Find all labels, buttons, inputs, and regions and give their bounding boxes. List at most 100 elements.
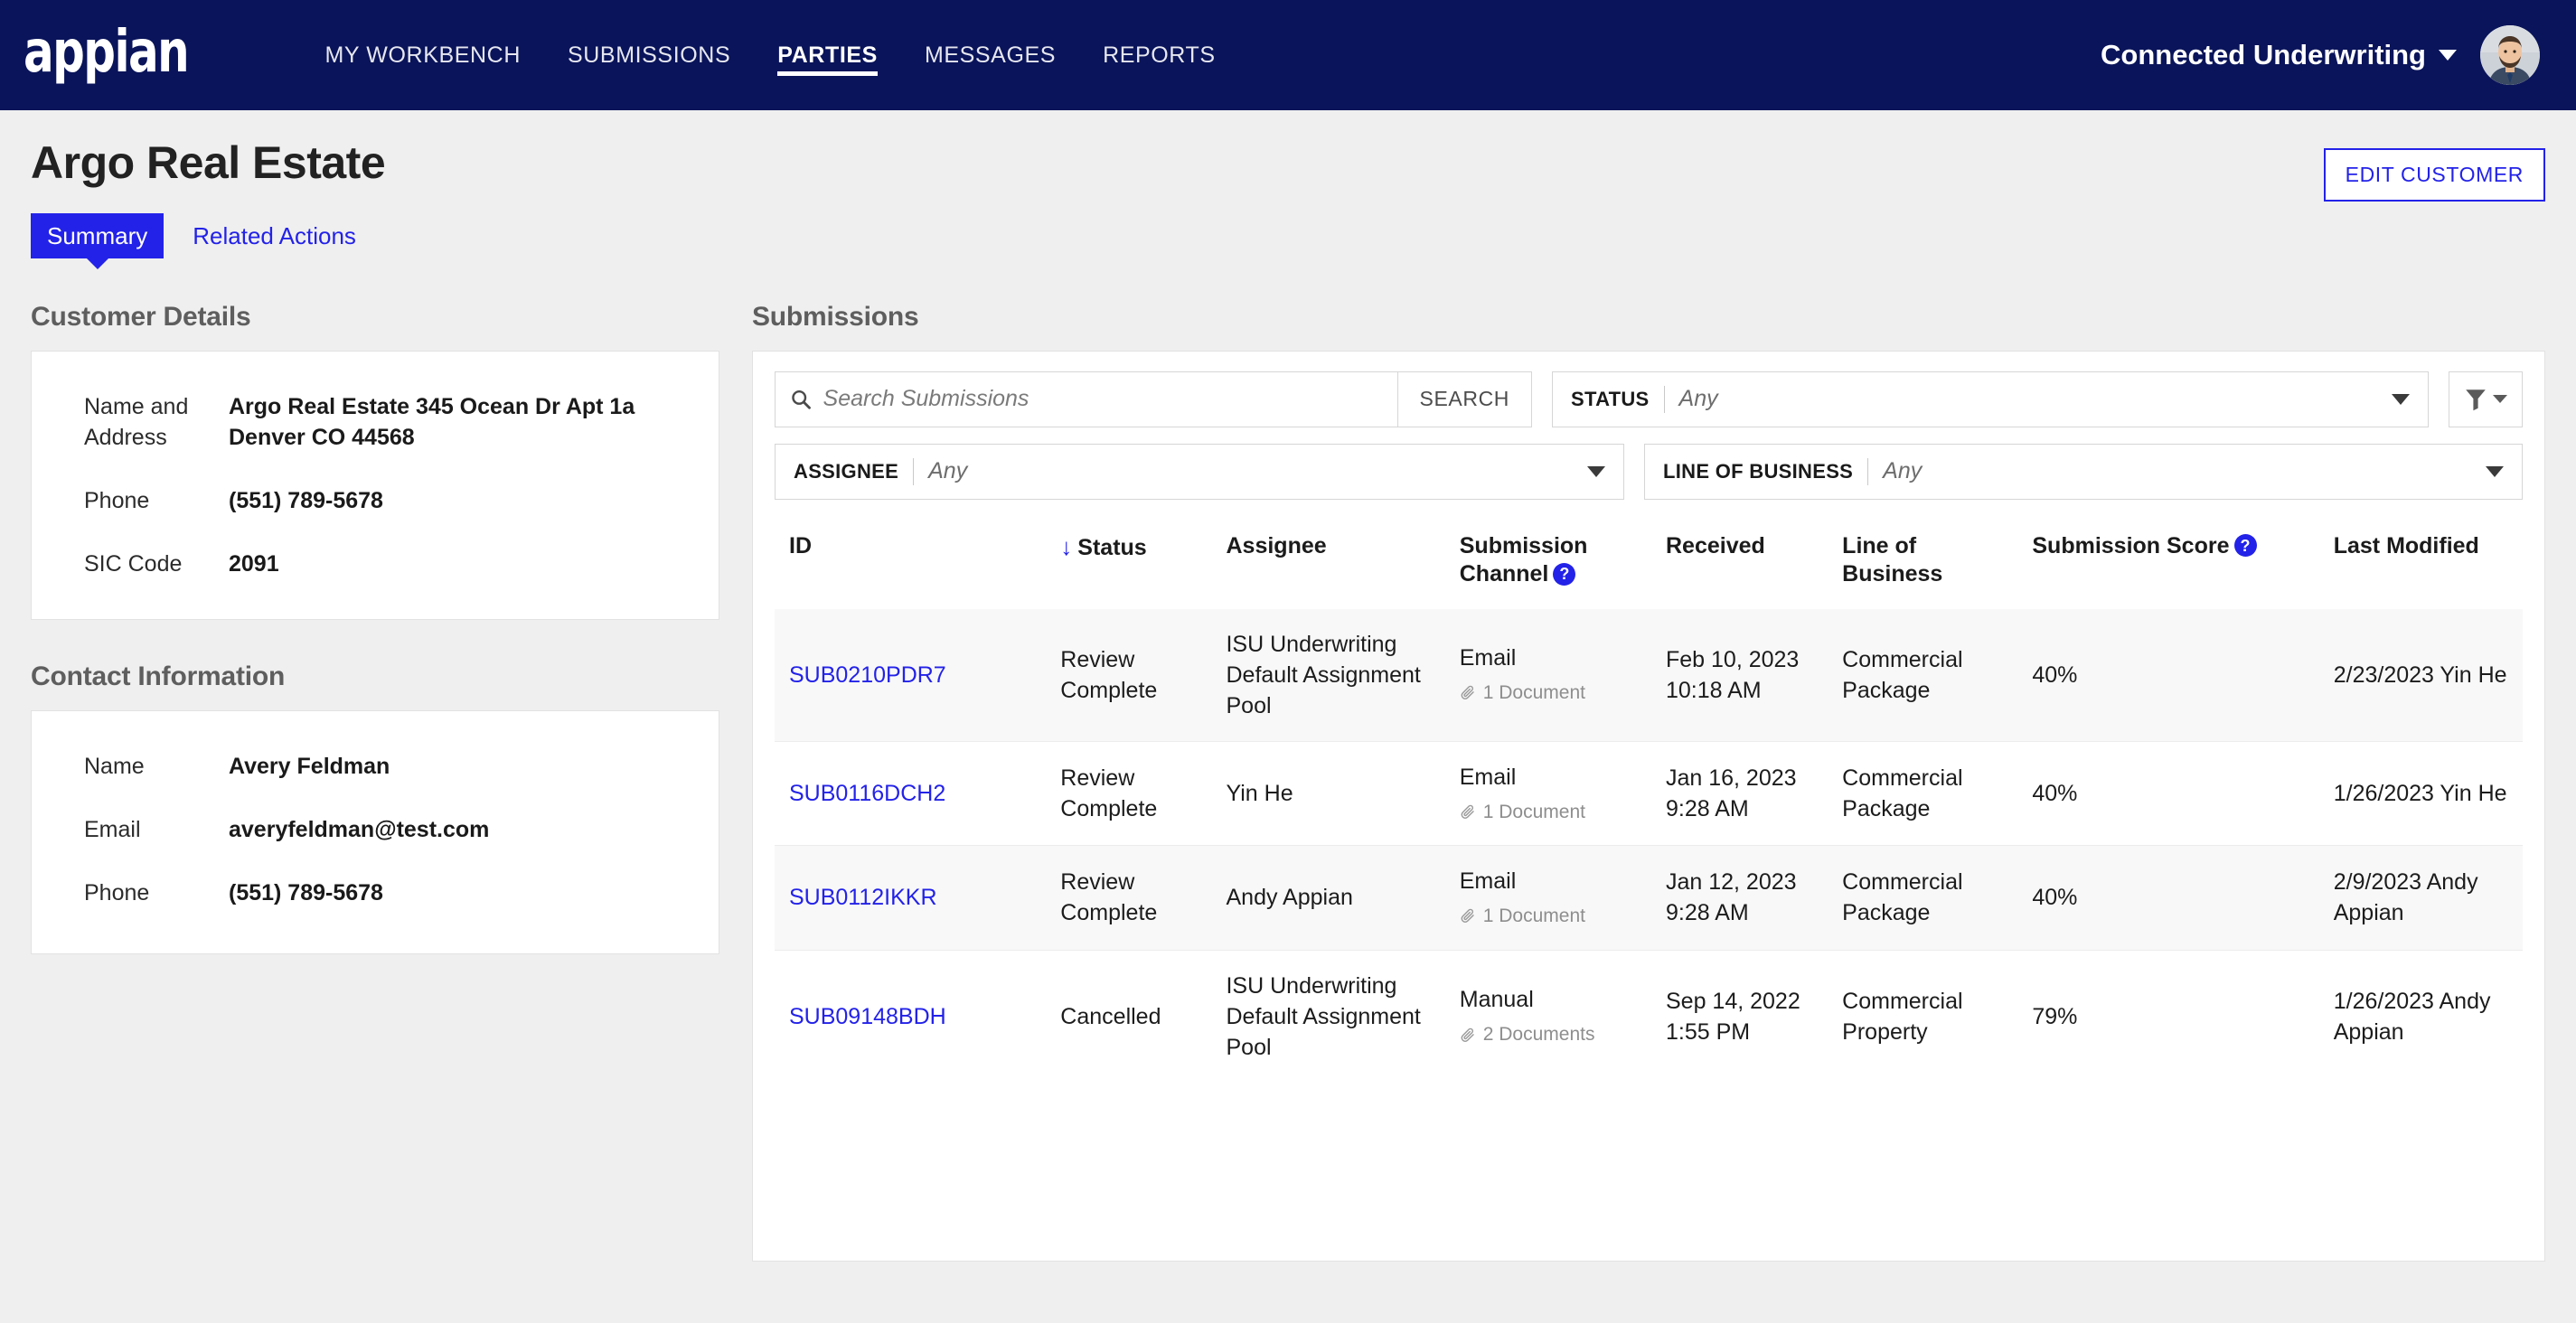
table-row[interactable]: SUB0210PDR7 Review Complete ISU Underwri… <box>775 608 2523 741</box>
chevron-down-icon <box>2493 395 2507 403</box>
line-of-business-filter-label: LINE OF BUSINESS <box>1663 459 1854 483</box>
document-count[interactable]: 1 Document <box>1460 904 1637 930</box>
user-menu-button[interactable]: Connected Underwriting <box>2101 39 2457 71</box>
contact-label: Phone <box>84 879 150 905</box>
filter-row-bottom: ASSIGNEE Any LINE OF BUSINESS Any <box>775 443 2523 500</box>
paperclip-icon <box>1461 909 1474 924</box>
tab-related-actions[interactable]: Related Actions <box>176 213 372 259</box>
divider <box>1867 457 1869 485</box>
table-row[interactable]: SUB0112IKKR Review Complete Andy Appian … <box>775 845 2523 951</box>
assignee-filter-select[interactable]: ASSIGNEE Any <box>775 443 1624 500</box>
status-filter-value: Any <box>1678 386 1718 411</box>
search-group: SEARCH <box>775 371 1532 427</box>
submission-id-link[interactable]: SUB09148BDH <box>789 1004 946 1029</box>
cell-status: Review Complete <box>1046 608 1212 741</box>
advanced-filter-button[interactable] <box>2449 371 2523 427</box>
appian-logo[interactable]: appian <box>24 23 190 87</box>
channel-name: Email <box>1459 764 1517 790</box>
nav-item-messages[interactable]: MESSAGES <box>901 22 1079 89</box>
detail-row-sic-code: SIC Code 2091 <box>84 549 673 579</box>
avatar[interactable] <box>2480 25 2540 85</box>
column-header-line-of-business[interactable]: Line of Business <box>1828 516 2017 609</box>
cell-line-of-business: Commercial Package <box>1828 740 2018 846</box>
contact-row-phone: Phone (551) 789-5678 <box>84 877 673 908</box>
table-row[interactable]: SUB09148BDH Cancelled ISU Underwriting D… <box>775 949 2523 1083</box>
document-count[interactable]: 1 Document <box>1460 800 1637 826</box>
status-filter-label: STATUS <box>1571 387 1650 410</box>
submission-id-link[interactable]: SUB0112IKKR <box>789 885 937 910</box>
cell-submission-score: 79% <box>2017 949 2319 1083</box>
column-header-submission-channel[interactable]: Submission Channel? <box>1445 516 1651 609</box>
right-column: Submissions SEARCH STATUS <box>752 302 2545 1262</box>
column-label: Line of Business <box>1842 532 1943 587</box>
channel-name: Email <box>1459 645 1517 671</box>
user-menu-label: Connected Underwriting <box>2101 39 2426 70</box>
submissions-heading: Submissions <box>752 301 919 332</box>
divider <box>913 457 915 485</box>
table-header-row: ID ↓Status Assignee Submission Channel? <box>775 516 2523 609</box>
table-row[interactable]: SUB0116DCH2 Review Complete Yin He Email… <box>775 740 2523 846</box>
left-column: Customer Details Name and Address Argo R… <box>31 302 719 954</box>
cell-channel: Manual 2 Documents <box>1444 949 1651 1083</box>
column-label: ID <box>789 532 812 558</box>
help-icon[interactable]: ? <box>1553 562 1576 586</box>
help-icon[interactable]: ? <box>2233 534 2257 558</box>
submission-id-link[interactable]: SUB0210PDR7 <box>789 662 946 688</box>
nav-item-reports[interactable]: REPORTS <box>1079 22 1239 89</box>
document-count[interactable]: 2 Documents <box>1460 1022 1637 1048</box>
cell-channel: Email 1 Document <box>1444 608 1651 741</box>
document-count-label: 1 Document <box>1482 905 1585 927</box>
column-header-assignee[interactable]: Assignee <box>1211 516 1444 609</box>
detail-row-name-address: Name and Address Argo Real Estate 345 Oc… <box>84 391 673 453</box>
cell-last-modified: 1/26/2023 Andy Appian <box>2318 949 2523 1083</box>
nav-right-group: Connected Underwriting <box>2101 25 2540 85</box>
column-header-status[interactable]: ↓ Status <box>1046 516 1211 609</box>
tab-summary[interactable]: Summary <box>31 212 165 269</box>
search-input[interactable] <box>823 386 1383 412</box>
cell-line-of-business: Commercial Property <box>1828 949 2018 1083</box>
column-header-last-modified[interactable]: Last Modified <box>2319 516 2523 609</box>
column-label: Assignee <box>1226 532 1327 558</box>
nav-item-my-workbench[interactable]: MY WORKBENCH <box>302 22 544 89</box>
submission-id-link[interactable]: SUB0116DCH2 <box>789 781 945 806</box>
nav-item-parties[interactable]: PARTIES <box>754 22 901 89</box>
cell-last-modified: 2/9/2023 Andy Appian <box>2318 845 2523 951</box>
contact-value: averyfeldman@test.com <box>229 816 490 842</box>
cell-line-of-business: Commercial Package <box>1828 608 2018 741</box>
detail-label: Name and Address <box>84 393 189 450</box>
detail-value: (551) 789-5678 <box>229 487 383 513</box>
document-count[interactable]: 1 Document <box>1460 680 1637 707</box>
contact-value: (551) 789-5678 <box>229 879 383 905</box>
customer-details-card: Name and Address Argo Real Estate 345 Oc… <box>31 350 719 620</box>
search-button[interactable]: SEARCH <box>1397 371 1532 427</box>
column-header-submission-score[interactable]: Submission Score? <box>2017 516 2318 609</box>
cell-submission-score: 40% <box>2017 740 2319 846</box>
nav-item-submissions[interactable]: SUBMISSIONS <box>544 22 754 89</box>
search-input-wrapper[interactable] <box>775 371 1398 427</box>
search-icon <box>792 389 811 409</box>
detail-value: 2091 <box>229 550 279 577</box>
contact-label: Email <box>84 816 141 842</box>
page-title: Argo Real Estate <box>31 137 386 188</box>
column-header-received[interactable]: Received <box>1651 516 1828 609</box>
chevron-down-icon <box>2392 393 2410 405</box>
cell-assignee: Andy Appian <box>1211 845 1445 951</box>
submissions-table: ID ↓Status Assignee Submission Channel? <box>775 516 2523 1083</box>
edit-customer-button[interactable]: EDIT CUSTOMER <box>2323 148 2545 202</box>
avatar-photo <box>2480 25 2540 85</box>
top-navigation-bar: appian MY WORKBENCH SUBMISSIONS PARTIES … <box>0 0 2576 110</box>
cell-last-modified: 2/23/2023 Yin He <box>2318 608 2523 741</box>
contact-value: Avery Feldman <box>229 753 390 779</box>
channel-name: Manual <box>1459 987 1534 1013</box>
cell-received: Jan 16, 2023 9:28 AM <box>1650 740 1829 846</box>
cell-channel: Email 1 Document <box>1444 845 1651 951</box>
line-of-business-filter-value: Any <box>1883 458 1923 483</box>
cell-received: Feb 10, 2023 10:18 AM <box>1650 608 1829 741</box>
line-of-business-filter-select[interactable]: LINE OF BUSINESS Any <box>1644 443 2523 500</box>
contact-label: Name <box>84 753 145 779</box>
status-filter-select[interactable]: STATUS Any <box>1552 371 2429 427</box>
column-label: Submission Score <box>2032 532 2230 558</box>
column-header-id[interactable]: ID <box>775 516 1046 609</box>
column-label: Received <box>1665 532 1765 558</box>
assignee-filter-label: ASSIGNEE <box>794 459 899 483</box>
